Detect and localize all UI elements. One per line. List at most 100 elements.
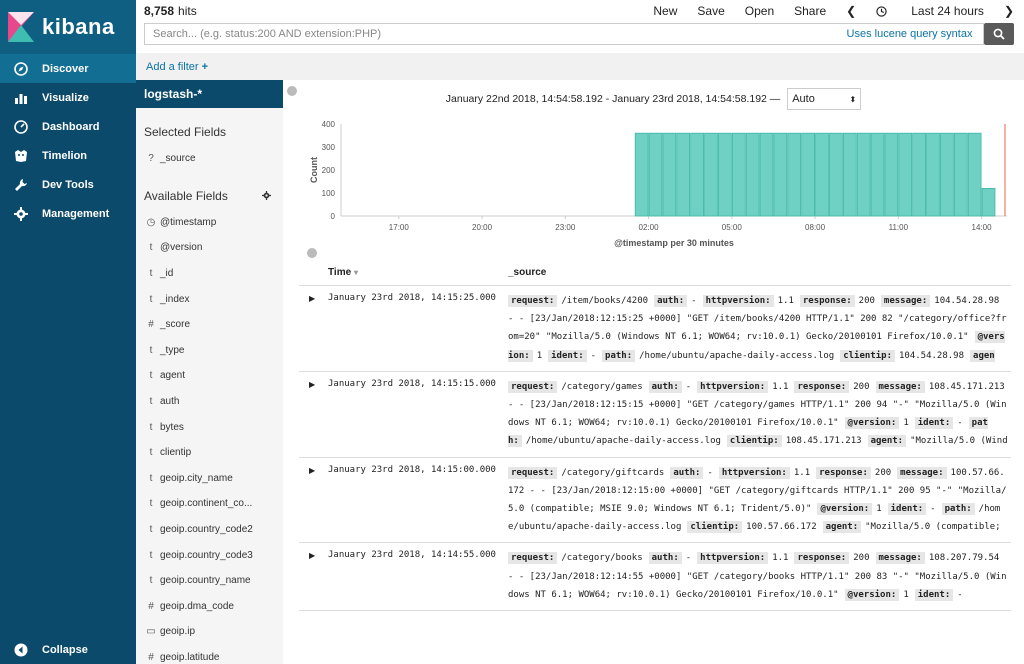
lucene-syntax-link[interactable]: Uses lucene query syntax — [836, 23, 984, 45]
available-fields-heading: Available Fields — [144, 188, 228, 203]
nav-item-dashboard[interactable]: Dashboard — [0, 112, 136, 141]
histogram-bar — [787, 132, 802, 217]
field-item[interactable]: t geoip.country_name — [136, 568, 283, 594]
gear-icon[interactable] — [262, 191, 271, 201]
source-key: ident: — [887, 503, 927, 515]
interval-select[interactable]: Auto ⬍ — [787, 88, 862, 110]
histogram-bar — [967, 132, 982, 217]
field-item[interactable]: t _type — [136, 338, 283, 364]
expand-row-icon[interactable]: ▶ — [299, 464, 319, 537]
field-item[interactable]: ? _source — [136, 146, 283, 172]
expand-row-icon[interactable]: ▶ — [299, 292, 319, 365]
field-item[interactable]: t clientip — [136, 440, 283, 466]
source-key: message: — [875, 380, 925, 393]
nav-item-dev-tools[interactable]: Dev Tools — [0, 170, 136, 199]
field-type-icon: t — [149, 421, 153, 433]
source-value: - — [957, 418, 963, 429]
expand-row-icon[interactable]: ▶ — [299, 549, 319, 604]
histogram-bar — [662, 132, 677, 217]
source-key: httpversion: — [718, 466, 790, 479]
collapse-chart-icon[interactable] — [307, 248, 317, 258]
source-value: /item/books/4200 — [561, 296, 649, 306]
field-name: _index — [160, 293, 190, 305]
nav-item-timelion[interactable]: Timelion — [0, 141, 136, 170]
clock-icon — [876, 5, 887, 17]
field-item[interactable]: t geoip.country_code3 — [136, 542, 283, 568]
nav-label: Management — [42, 207, 110, 220]
nav-item-visualize[interactable]: Visualize — [0, 83, 136, 112]
y-tick-label: 0 — [331, 212, 336, 221]
source-key: clientip: — [726, 435, 782, 448]
source-value: 1 — [876, 504, 882, 514]
expand-row-icon[interactable]: ▶ — [299, 378, 319, 451]
field-item[interactable]: t geoip.city_name — [136, 466, 283, 492]
field-type-icon: t — [149, 447, 153, 459]
field-item[interactable]: t @version — [136, 235, 283, 261]
source-key: auth: — [648, 552, 682, 565]
field-type-icon: t — [149, 498, 153, 510]
y-tick-label: 400 — [322, 120, 336, 129]
source-key: auth: — [670, 466, 704, 479]
field-type-icon: # — [148, 319, 154, 331]
nav-item-discover[interactable]: Discover — [0, 54, 136, 83]
search-button[interactable] — [984, 23, 1014, 45]
discover-main: January 22nd 2018, 14:54:58.192 - Januar… — [283, 80, 1024, 664]
field-item[interactable]: ◷ @timestamp — [136, 210, 283, 236]
index-pattern-selector[interactable]: logstash-* — [136, 80, 283, 108]
time-picker-button[interactable]: Last 24 hours — [876, 4, 984, 18]
selected-fields-list: ? _source — [136, 146, 283, 172]
nav-item-management[interactable]: Management — [0, 199, 136, 228]
time-column-header[interactable]: Time ▾ — [299, 267, 508, 278]
field-item[interactable]: # geoip.latitude — [136, 645, 283, 664]
field-item[interactable]: t geoip.continent_co... — [136, 491, 283, 517]
histogram-bar — [648, 132, 663, 217]
field-name: clientip — [160, 447, 192, 459]
histogram-bar — [690, 132, 704, 217]
histogram-bar — [884, 132, 899, 217]
time-prev-button[interactable]: ❮ — [846, 4, 856, 18]
field-name: geoip.latitude — [160, 651, 220, 663]
source-key: ident: — [548, 349, 587, 362]
row-source: request:/category/games auth: - httpversion… — [508, 378, 1008, 451]
compass-icon — [13, 61, 29, 77]
row-time: January 23rd 2018, 14:14:55.000 — [328, 550, 496, 561]
source-value: - — [685, 553, 692, 564]
field-name: geoip.dma_code — [160, 600, 234, 612]
histogram-bar — [856, 132, 871, 217]
field-item[interactable]: t _index — [136, 286, 283, 312]
field-name: geoip.country_code3 — [160, 549, 253, 561]
search-input[interactable]: Search... (e.g. status:200 AND extension… — [144, 23, 836, 45]
time-next-button[interactable]: ❯ — [1004, 4, 1014, 18]
field-item[interactable]: ▭ geoip.ip — [136, 619, 283, 645]
share-button[interactable]: Share — [794, 4, 826, 18]
available-fields-list: ◷ @timestamp t @version t _id t _index # _score t _… — [136, 210, 283, 664]
timelion-icon — [13, 148, 29, 164]
source-value: 200 — [874, 467, 892, 478]
documents-table: Time ▾ _source ▶ January 23rd 2018, 14:15… — [299, 260, 1011, 611]
open-button[interactable]: Open — [745, 4, 774, 18]
kibana-logo[interactable]: kibana — [0, 0, 136, 54]
source-value: /home/ubuntu/apache-daily-access.log — [525, 436, 721, 447]
collapse-nav-button[interactable]: Collapse — [0, 635, 136, 664]
field-name: _score — [160, 319, 191, 331]
save-button[interactable]: Save — [697, 4, 724, 18]
nav-label: Dev Tools — [42, 178, 94, 191]
source-value: - — [930, 504, 936, 514]
source-key: ident: — [914, 417, 954, 430]
field-item[interactable]: # geoip.dma_code — [136, 594, 283, 620]
field-item[interactable]: t auth — [136, 389, 283, 415]
field-item[interactable]: t geoip.country_code2 — [136, 517, 283, 543]
new-button[interactable]: New — [653, 4, 677, 18]
table-row: ▶ January 23rd 2018, 14:15:25.000 request:… — [299, 286, 1011, 372]
field-item[interactable]: t _id — [136, 261, 283, 287]
field-item[interactable]: t bytes — [136, 414, 283, 440]
source-value: 100.57.66.172 — [746, 522, 817, 533]
add-filter-link[interactable]: Add a filter + — [146, 61, 208, 73]
field-item[interactable]: t agent — [136, 363, 283, 389]
field-item[interactable]: # _score — [136, 312, 283, 338]
y-tick-label: 300 — [322, 143, 336, 152]
field-type-icon: t — [149, 396, 153, 408]
source-column-header: _source — [508, 267, 547, 278]
histogram-bar — [731, 132, 746, 217]
collapse-label: Collapse — [42, 643, 88, 656]
